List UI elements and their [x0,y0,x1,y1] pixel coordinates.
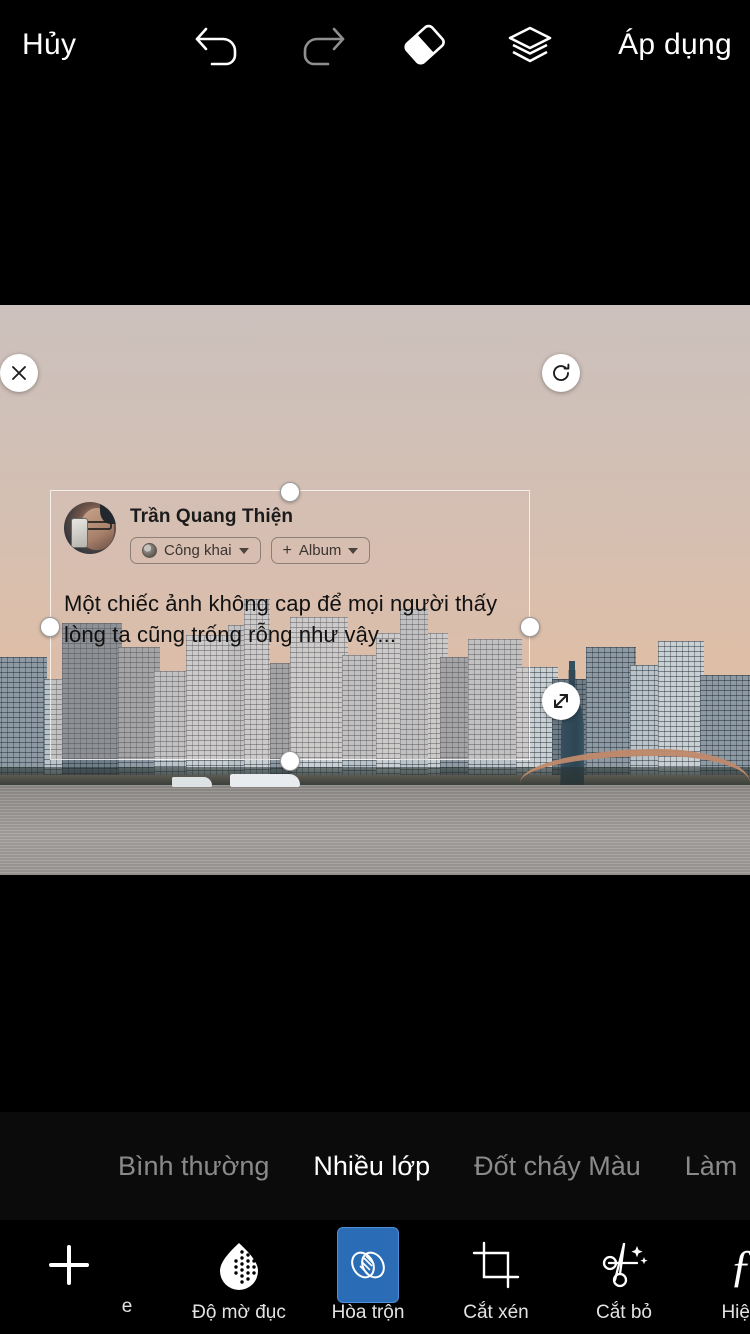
phone-shape [71,518,88,548]
blend-mode-strip[interactable]: Bình thường Nhiều lớp Đốt cháy Màu Làm [0,1112,750,1220]
resize-handle[interactable] [542,682,580,720]
post-body-text: Một chiếc ảnh không cap để mọi người thấ… [64,591,498,647]
globe-icon [142,543,157,558]
tool-blend[interactable]: Hòa trộn [313,1227,423,1324]
blend-mode-option-selected[interactable]: Nhiều lớp [291,1151,452,1182]
layers-icon[interactable] [502,20,558,70]
post-overlay-layer[interactable]: Trần Quang Thiện Công khai + Album Một c… [40,482,540,771]
album-label: Album [298,542,342,559]
effects-icon: ƒ [730,1234,750,1296]
tool-label: Cắt bỏ [596,1302,652,1323]
boat [230,774,300,787]
tool-crop[interactable]: Cắt xén [441,1234,551,1324]
photo-editor-screen: Hủy Áp dụng Trần Quang Thiện Công khai +… [0,0,750,1334]
tool-label: Cắt xén [463,1302,529,1323]
river-water [0,785,750,875]
post-author-name: Trần Quang Thiện [130,506,294,527]
avatar [64,502,116,554]
add-layer-button[interactable] [14,1234,124,1296]
blend-mode-option[interactable]: Bình thường [96,1151,291,1182]
tool-effects[interactable]: ƒ Hiệu [686,1234,750,1324]
crop-icon [470,1234,522,1296]
eraser-icon[interactable] [397,20,453,70]
cancel-button[interactable]: Hủy [22,28,76,62]
top-toolbar: Hủy Áp dụng [0,0,750,90]
post-header: Trần Quang Thiện Công khai + Album [64,502,371,564]
blend-mode-option[interactable]: Đốt cháy Màu [452,1151,663,1182]
privacy-label: Công khai [164,542,232,559]
rotate-handle[interactable] [542,354,580,392]
album-selector[interactable]: + Album [270,537,371,564]
tool-label: Hòa trộn [331,1302,405,1323]
tool-opacity[interactable]: Độ mờ đục [184,1234,294,1324]
opacity-icon [212,1234,266,1296]
handle-left-dot[interactable] [40,617,60,637]
bottom-toolbar: e Độ mờ đục Hòa trộn Cắt xén Cắt bỏ Hiệ [0,1220,750,1334]
privacy-selector[interactable]: Công khai [130,537,261,564]
plus-icon: + [282,541,292,559]
editor-canvas[interactable]: Trần Quang Thiện Công khai + Album Một c… [0,90,750,1112]
tool-cutout[interactable]: Cắt bỏ [569,1234,679,1324]
chevron-down-icon [238,547,249,554]
close-handle[interactable] [0,354,38,392]
cutout-icon [597,1234,651,1296]
tool-label: Độ mờ đục [192,1302,286,1323]
tool-label: Hiệu [721,1302,750,1323]
chevron-down-icon [348,547,359,554]
redo-icon[interactable] [294,20,350,70]
apply-button[interactable]: Áp dụng [618,28,732,62]
boat [172,777,212,787]
handle-top-dot[interactable] [280,482,300,502]
blend-mode-option[interactable]: Làm [663,1151,750,1182]
handle-right-dot[interactable] [520,617,540,637]
undo-icon[interactable] [190,20,246,70]
partial-tool-label[interactable]: e [92,1296,162,1318]
handle-bottom-dot[interactable] [280,751,300,771]
blend-icon [337,1227,399,1303]
